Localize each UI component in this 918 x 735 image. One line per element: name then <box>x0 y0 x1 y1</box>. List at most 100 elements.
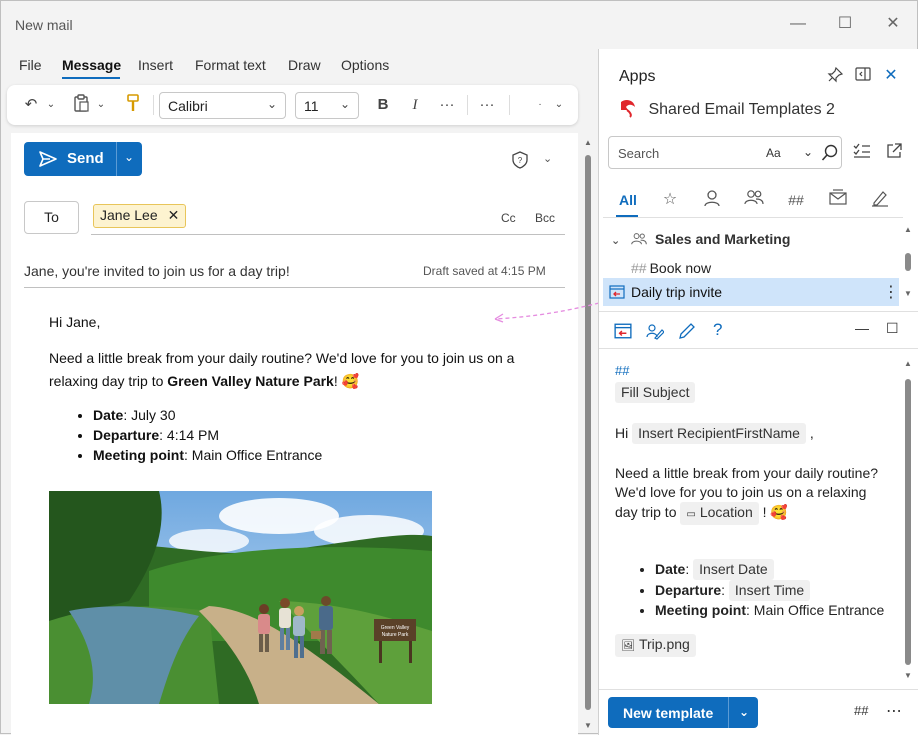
maximize-preview-icon[interactable]: ☐ <box>886 320 899 337</box>
location-macro[interactable]: ▭ Location <box>680 502 759 525</box>
search-options-chevron-icon[interactable]: ⌄ <box>803 145 813 159</box>
dock-icon[interactable] <box>854 67 872 85</box>
scroll-down-icon[interactable]: ▼ <box>904 289 912 298</box>
more-icon[interactable]: ⋯ <box>886 701 902 721</box>
folder-sales-and-marketing[interactable]: ⌄ Sales and Marketing <box>611 231 790 247</box>
subject-input[interactable]: Jane, you're invited to join us for a da… <box>24 263 290 279</box>
font-size-select[interactable]: 11 ⌄ <box>295 92 359 119</box>
attachment-chip[interactable]: 🖼 Trip.png <box>615 634 696 657</box>
scroll-up-icon[interactable]: ▲ <box>904 359 912 368</box>
to-field-underline <box>91 234 565 235</box>
scroll-up-icon[interactable]: ▲ <box>584 138 592 147</box>
tab-draw[interactable]: Draw <box>288 57 321 73</box>
addin-header: Shared Email Templates 2 <box>618 98 835 119</box>
checklist-icon[interactable] <box>852 143 872 163</box>
dot-icon: · <box>538 99 542 110</box>
maximize-icon[interactable]: ☐ <box>834 13 856 35</box>
send-label: Send <box>67 150 104 167</box>
preview-paragraph: Need a little break from your daily rout… <box>615 464 885 525</box>
italic-button[interactable]: I <box>405 94 425 116</box>
new-template-button[interactable]: New template ⌄ <box>608 697 758 728</box>
meeting-point-label: Meeting point <box>655 602 746 618</box>
chevron-down-icon[interactable]: ⌄ <box>611 235 620 247</box>
more-formatting-button[interactable]: ··· <box>435 94 459 116</box>
compose-scrollbar[interactable]: ▲ ▼ <box>582 133 594 735</box>
mail-templates-icon[interactable] <box>826 189 850 211</box>
macros-tab[interactable]: ## <box>784 189 808 211</box>
preview-scrollbar[interactable]: ▲ ▼ <box>902 357 914 687</box>
undo-icon[interactable]: ↶ <box>21 94 41 116</box>
person-icon[interactable] <box>700 189 724 211</box>
fill-subject-macro[interactable]: Fill Subject <box>615 382 696 403</box>
favorites-star-icon[interactable]: ☆ <box>658 189 682 211</box>
help-icon[interactable]: ? <box>713 320 722 340</box>
signature-pen-icon[interactable] <box>868 189 892 211</box>
new-template-label: New template <box>623 705 714 721</box>
cc-button[interactable]: Cc <box>501 211 516 225</box>
share-edit-icon[interactable] <box>646 322 664 340</box>
edit-pencil-icon[interactable] <box>678 322 696 340</box>
people-icon[interactable] <box>742 189 766 211</box>
shared-templates-logo-icon <box>621 99 635 118</box>
scroll-up-icon[interactable]: ▲ <box>904 225 912 234</box>
scroll-thumb[interactable] <box>585 155 591 710</box>
sensitivity-chevron-icon[interactable]: ⌄ <box>543 152 552 165</box>
undo-dropdown-icon[interactable]: ⌄ <box>45 94 57 116</box>
font-family-select[interactable]: Calibri ⌄ <box>159 92 286 119</box>
scroll-down-icon[interactable]: ▼ <box>904 671 912 680</box>
list-item: Meeting point: Main Office Entrance <box>655 601 885 620</box>
sensitivity-shield-icon[interactable]: ? <box>511 151 529 169</box>
match-case-button[interactable]: Aa <box>766 146 781 160</box>
date-label: Date <box>93 407 124 423</box>
close-icon[interactable]: ✕ <box>882 13 904 35</box>
tab-format-text[interactable]: Format text <box>195 57 266 73</box>
insert-template-icon[interactable] <box>614 322 632 340</box>
template-item-book-now[interactable]: ## Book now <box>631 260 711 276</box>
minimize-preview-icon[interactable]: — <box>855 320 869 336</box>
paste-dropdown-icon[interactable]: ⌄ <box>95 94 107 116</box>
format-painter-icon[interactable] <box>123 94 143 116</box>
window-title: New mail <box>15 17 73 33</box>
open-external-icon[interactable] <box>884 143 904 163</box>
team-folder-icon <box>631 233 647 245</box>
ribbon-overflow-chevron-icon[interactable]: ⌄ <box>553 94 565 116</box>
paste-icon[interactable] <box>71 94 91 116</box>
tab-options[interactable]: Options <box>341 57 389 73</box>
draft-status: Draft saved at 4:15 PM <box>423 264 546 278</box>
macros-button[interactable]: ## <box>854 703 868 718</box>
compose-area: Send ⌄ ? ⌄ To Jane Lee ✕ Cc Bcc Jane, you… <box>11 133 578 735</box>
template-list-scrollbar[interactable]: ▲ ▼ <box>903 225 913 305</box>
tab-all[interactable]: All <box>616 189 640 211</box>
search-icon[interactable] <box>821 144 839 162</box>
remove-recipient-icon[interactable]: ✕ <box>168 207 180 223</box>
template-item-daily-trip-invite[interactable]: Daily trip invite ⋮ <box>603 278 899 306</box>
template-search-input[interactable]: Search Aa ⌄ <box>608 136 842 169</box>
template-name: Book now <box>649 260 712 276</box>
bold-button[interactable]: B <box>373 94 393 116</box>
send-button[interactable]: Send ⌄ <box>24 142 142 176</box>
pin-icon[interactable] <box>826 66 844 85</box>
scroll-thumb[interactable] <box>905 253 911 271</box>
close-pane-icon[interactable]: ✕ <box>882 67 900 85</box>
insert-template-icon[interactable] <box>609 284 625 300</box>
insert-first-name-macro[interactable]: Insert RecipientFirstName <box>632 423 806 444</box>
more-options-button[interactable]: ··· <box>475 94 499 116</box>
new-template-chevron-icon[interactable]: ⌄ <box>739 705 749 719</box>
meeting-point-value: Main Office Entrance <box>749 602 885 618</box>
tab-message[interactable]: Message <box>62 57 121 73</box>
to-button[interactable]: To <box>24 201 79 234</box>
tab-file[interactable]: File <box>19 57 42 73</box>
list-item: Date: Insert Date <box>655 559 885 580</box>
send-options-chevron-icon[interactable]: ⌄ <box>124 150 134 164</box>
more-options-icon[interactable]: ⋮ <box>883 282 899 302</box>
minimize-icon[interactable]: — <box>787 13 809 35</box>
message-body[interactable]: Hi Jane, Need a little break from your d… <box>49 311 559 465</box>
recipient-chip[interactable]: Jane Lee ✕ <box>93 204 187 228</box>
insert-date-macro[interactable]: Insert Date <box>693 559 774 580</box>
insert-time-macro[interactable]: Insert Time <box>728 580 811 601</box>
bcc-button[interactable]: Bcc <box>535 211 555 225</box>
meeting-point-label: Meeting point <box>93 447 184 463</box>
tab-insert[interactable]: Insert <box>138 57 173 73</box>
scroll-thumb[interactable] <box>905 379 911 665</box>
scroll-down-icon[interactable]: ▼ <box>584 721 592 730</box>
